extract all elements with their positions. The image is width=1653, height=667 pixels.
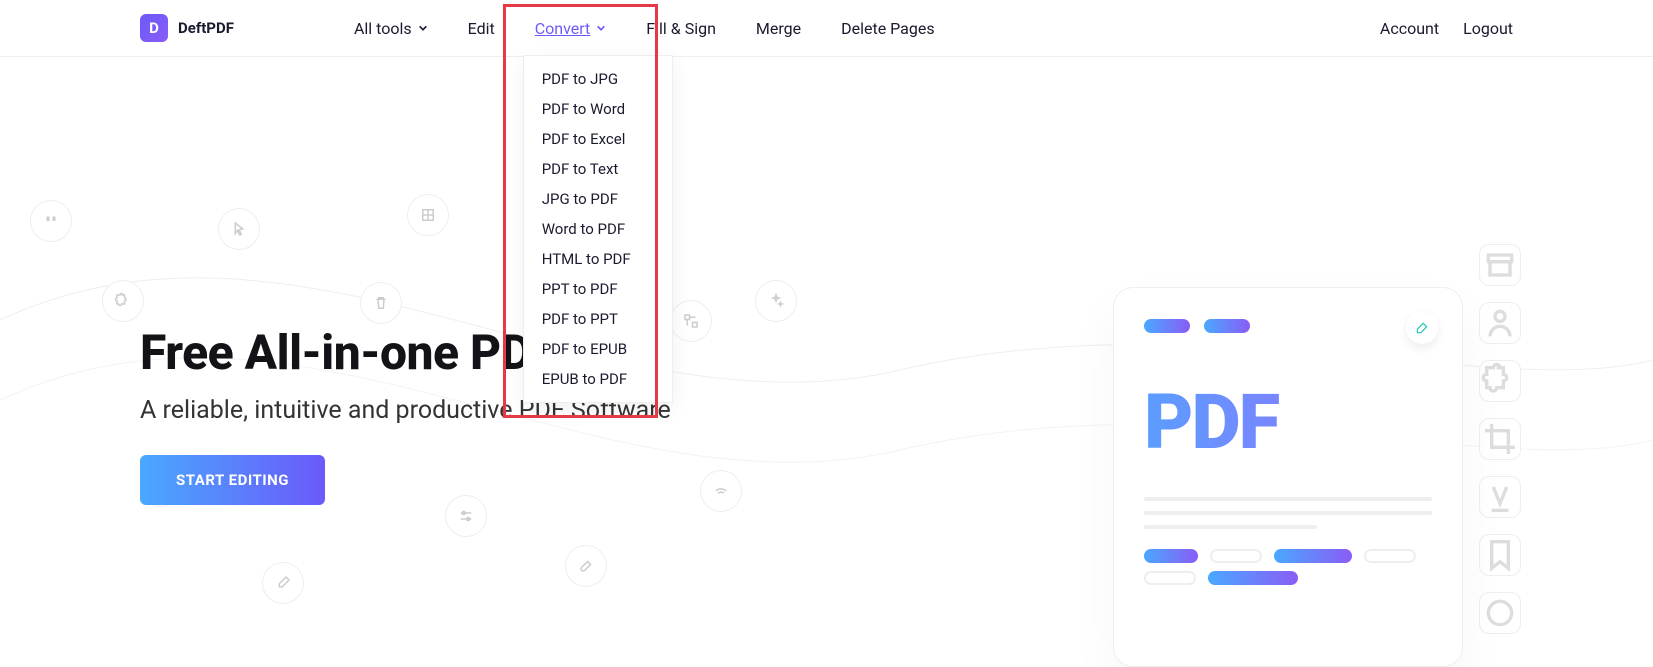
- start-editing-button[interactable]: START EDITING: [140, 455, 325, 505]
- nav-merge[interactable]: Merge: [756, 19, 801, 38]
- dropdown-item-jpg-to-pdf[interactable]: JPG to PDF: [524, 184, 672, 214]
- pencil-icon: [1406, 312, 1438, 344]
- nav-label: Edit: [468, 19, 495, 38]
- hero-right: PDF: [1113, 157, 1513, 667]
- nav-delete-pages[interactable]: Delete Pages: [841, 19, 934, 38]
- pdf-label: PDF: [1144, 377, 1432, 467]
- dropdown-item-html-to-pdf[interactable]: HTML to PDF: [524, 244, 672, 274]
- dropdown-item-pdf-to-jpg[interactable]: PDF to JPG: [524, 64, 672, 94]
- nav-account[interactable]: Account: [1380, 19, 1439, 38]
- dropdown-item-word-to-pdf[interactable]: Word to PDF: [524, 214, 672, 244]
- logo-text: DeftPDF: [178, 19, 234, 37]
- nav-edit[interactable]: Edit: [468, 19, 495, 38]
- nav-fill-sign[interactable]: Fill & Sign: [646, 19, 716, 38]
- dropdown-item-epub-to-pdf[interactable]: EPUB to PDF: [524, 364, 672, 394]
- header: D DeftPDF All tools Edit Convert PDF to …: [0, 0, 1653, 57]
- nav-label: Merge: [756, 19, 801, 38]
- main-nav: All tools Edit Convert PDF to JPG PDF to…: [354, 19, 935, 38]
- account-nav: Account Logout: [1380, 19, 1513, 38]
- nav-label: Delete Pages: [841, 19, 934, 38]
- nav-all-tools[interactable]: All tools: [354, 19, 428, 38]
- chevron-down-icon: [596, 23, 606, 33]
- hero-section: Free All-in-one PDF tools A reliable, in…: [0, 157, 1653, 667]
- nav-label: Fill & Sign: [646, 19, 716, 38]
- dropdown-item-ppt-to-pdf[interactable]: PPT to PDF: [524, 274, 672, 304]
- dropdown-item-pdf-to-excel[interactable]: PDF to Excel: [524, 124, 672, 154]
- dropdown-item-pdf-to-epub[interactable]: PDF to EPUB: [524, 334, 672, 364]
- convert-dropdown: PDF to JPG PDF to Word PDF to Excel PDF …: [523, 55, 673, 403]
- logo-icon: D: [140, 14, 168, 42]
- nav-label: All tools: [354, 19, 412, 38]
- chevron-down-icon: [418, 23, 428, 33]
- document-illustration: PDF: [1113, 287, 1463, 667]
- nav-label: Convert: [535, 19, 591, 38]
- nav-logout[interactable]: Logout: [1463, 19, 1513, 38]
- nav-convert[interactable]: Convert PDF to JPG PDF to Word PDF to Ex…: [535, 19, 607, 38]
- dropdown-item-pdf-to-word[interactable]: PDF to Word: [524, 94, 672, 124]
- dropdown-item-pdf-to-text[interactable]: PDF to Text: [524, 154, 672, 184]
- dropdown-item-pdf-to-ppt[interactable]: PDF to PPT: [524, 304, 672, 334]
- logo[interactable]: D DeftPDF: [140, 14, 234, 42]
